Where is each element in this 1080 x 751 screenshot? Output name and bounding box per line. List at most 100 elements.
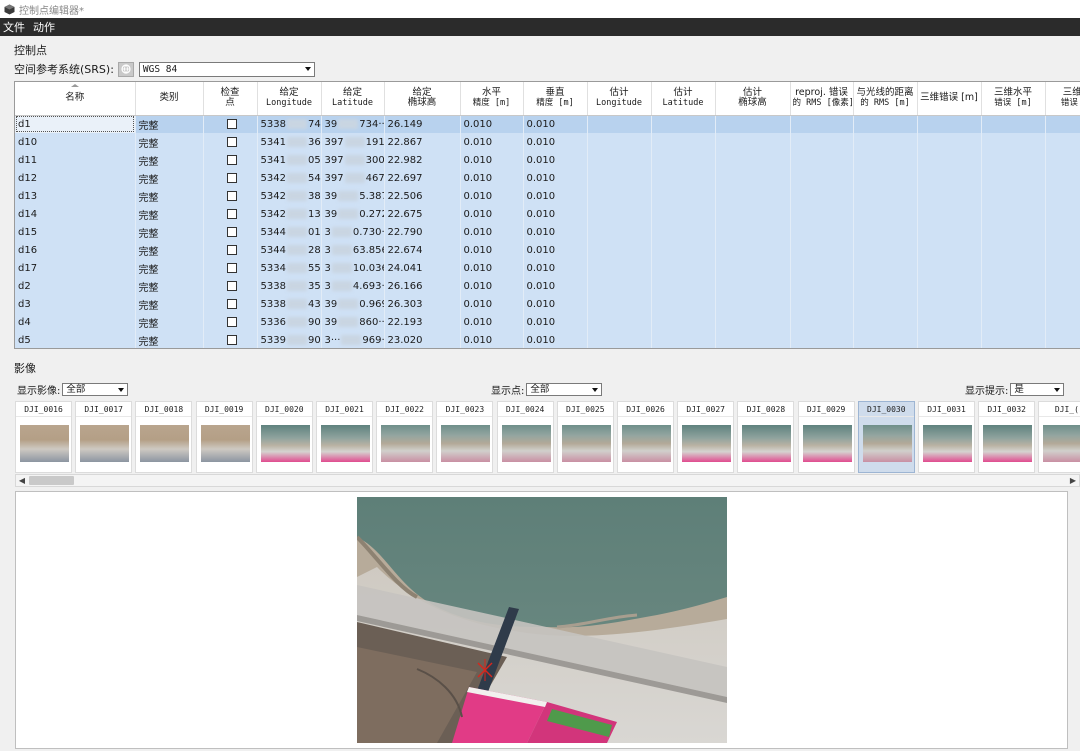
cell-type[interactable]: 完整	[135, 115, 204, 133]
cell-horizontal-accuracy[interactable]: 0.010	[460, 259, 524, 277]
cell-horizontal-accuracy[interactable]: 0.010	[460, 151, 524, 169]
cell-name[interactable]: d16	[15, 241, 136, 259]
thumbnail-9[interactable]: DJI_0025	[556, 401, 614, 473]
cell-vertical-accuracy[interactable]: 0.010	[523, 187, 588, 205]
column-header-13[interactable]: 三维错误 [m]	[917, 82, 982, 116]
thumbnail-6[interactable]: DJI_0022	[376, 401, 434, 473]
thumbnail-0[interactable]: DJI_0016	[15, 401, 72, 473]
cell-given-latitude[interactable]: 39 5.387···	[321, 187, 385, 205]
cell-horizontal-accuracy[interactable]: 0.010	[460, 133, 524, 151]
cell-given-latitude[interactable]: 39 0.272···	[321, 205, 385, 223]
cell-given-longitude[interactable]: 5339 900···	[257, 331, 322, 348]
thumbnail-10[interactable]: DJI_0026	[617, 401, 674, 473]
check-point-checkbox[interactable]	[226, 118, 237, 129]
table-row[interactable]: d11完整5341050···397300···22.9820.0100.010	[15, 151, 1080, 169]
column-header-8[interactable]: 估计 Longitude	[587, 82, 652, 116]
table-row[interactable]: d12完整5342540···397467···22.6970.0100.010	[15, 169, 1080, 187]
cell-name[interactable]: d14	[15, 205, 136, 223]
cell-given-longitude[interactable]: 5338 350···	[257, 277, 322, 295]
show-points-dropdown[interactable]: 全部	[526, 382, 603, 396]
cell-horizontal-accuracy[interactable]: 0.010	[460, 115, 524, 133]
menu-file[interactable]: 文件	[3, 19, 25, 35]
cell-name[interactable]: d11	[15, 151, 136, 169]
column-header-10[interactable]: 估计 椭球高	[715, 82, 791, 116]
thumbnail-1[interactable]: DJI_0017	[75, 401, 133, 473]
column-header-6[interactable]: 水平 精度 [m]	[460, 82, 524, 116]
cell-vertical-accuracy[interactable]: 0.010	[523, 205, 588, 223]
cell-given-latitude[interactable]: 3 63.856···	[321, 241, 385, 259]
table-row[interactable]: d2完整5338350···34.693···26.1660.0100.010	[15, 277, 1080, 295]
thumbnail-12[interactable]: DJI_0028	[737, 401, 795, 473]
table-row[interactable]: d5完整5339900···3···969···23.0200.0100.010	[15, 331, 1080, 348]
thumbnail-2[interactable]: DJI_0018	[135, 401, 193, 473]
check-point-checkbox[interactable]	[226, 208, 237, 219]
cell-vertical-accuracy[interactable]: 0.010	[523, 259, 588, 277]
cell-vertical-accuracy[interactable]: 0.010	[523, 133, 588, 151]
cell-horizontal-accuracy[interactable]: 0.010	[460, 223, 524, 241]
table-row[interactable]: d16完整5344280···363.856···22.6740.0100.01…	[15, 241, 1080, 259]
thumbnail-3[interactable]: DJI_0019	[195, 401, 253, 473]
column-header-7[interactable]: 垂直 精度 [m]	[523, 82, 588, 116]
cell-given-latitude[interactable]: 397 467···	[321, 169, 385, 187]
check-point-checkbox[interactable]	[226, 190, 237, 201]
cell-name[interactable]: d3	[15, 295, 136, 313]
cell-vertical-accuracy[interactable]: 0.010	[523, 169, 588, 187]
cell-horizontal-accuracy[interactable]: 0.010	[460, 277, 524, 295]
cell-given-height[interactable]: 22.193	[384, 313, 461, 331]
cell-given-longitude[interactable]: 5342 380···	[257, 187, 322, 205]
image-viewer[interactable]	[15, 491, 1068, 749]
cell-given-latitude[interactable]: 3 10.036···	[321, 259, 385, 277]
cell-given-height[interactable]: 22.790	[384, 223, 461, 241]
cell-given-longitude[interactable]: 5342 540···	[257, 169, 322, 187]
cell-given-latitude[interactable]: 39 734···	[321, 115, 385, 133]
cell-type[interactable]: 完整	[135, 205, 204, 223]
cell-given-height[interactable]: 22.675	[384, 205, 461, 223]
cell-name[interactable]: d4	[15, 313, 136, 331]
cell-given-height[interactable]: 26.166	[384, 277, 461, 295]
thumbnail-11[interactable]: DJI_0027	[677, 401, 735, 473]
table-row[interactable]: d3完整5338430···390.969···26.3030.0100.010	[15, 295, 1080, 313]
cell-given-longitude[interactable]: 5338 430···	[257, 295, 322, 313]
cell-type[interactable]: 完整	[135, 151, 204, 169]
cell-vertical-accuracy[interactable]: 0.010	[523, 331, 588, 348]
cell-type[interactable]: 完整	[135, 187, 204, 205]
cell-horizontal-accuracy[interactable]: 0.010	[460, 205, 524, 223]
thumbnail-7[interactable]: DJI_0023	[436, 401, 494, 473]
table-row[interactable]: d4完整5336900···39860···22.1930.0100.010	[15, 313, 1080, 331]
check-point-checkbox[interactable]	[226, 136, 237, 147]
column-header-14[interactable]: 三维水平 错误 [m]	[981, 82, 1046, 116]
thumbnail-8[interactable]: DJI_0024	[496, 401, 554, 473]
column-header-4[interactable]: 给定 Latitude	[321, 82, 385, 116]
thumbnail-4[interactable]: DJI_0020	[255, 401, 313, 473]
column-header-1[interactable]: 类别	[135, 82, 204, 116]
column-header-2[interactable]: 检查点	[203, 82, 258, 116]
cell-type[interactable]: 完整	[135, 313, 204, 331]
globe-icon[interactable]	[117, 61, 134, 77]
table-row[interactable]: d13完整5342380···395.387···22.5060.0100.01…	[15, 187, 1080, 205]
cell-name[interactable]: d10	[15, 133, 136, 151]
cell-horizontal-accuracy[interactable]: 0.010	[460, 295, 524, 313]
cell-vertical-accuracy[interactable]: 0.010	[523, 241, 588, 259]
cell-given-height[interactable]: 22.697	[384, 169, 461, 187]
cell-vertical-accuracy[interactable]: 0.010	[523, 151, 588, 169]
srs-dropdown[interactable]: WGS 84	[138, 61, 315, 77]
cell-name[interactable]: d17	[15, 259, 136, 277]
cell-given-latitude[interactable]: 3 4.693···	[321, 277, 385, 295]
cell-type[interactable]: 完整	[135, 277, 204, 295]
cell-given-longitude[interactable]: 5344 280···	[257, 241, 322, 259]
column-header-0[interactable]: 名称	[15, 82, 136, 116]
table-row[interactable]: d14完整5342130···390.272···22.6750.0100.01…	[15, 205, 1080, 223]
cell-given-height[interactable]: 22.867	[384, 133, 461, 151]
cell-type[interactable]: 完整	[135, 259, 204, 277]
cell-given-latitude[interactable]: 39 0.969···	[321, 295, 385, 313]
cell-vertical-accuracy[interactable]: 0.010	[523, 277, 588, 295]
cell-vertical-accuracy[interactable]: 0.010	[523, 223, 588, 241]
cell-name[interactable]: d13	[15, 187, 136, 205]
check-point-checkbox[interactable]	[226, 280, 237, 291]
cell-given-latitude[interactable]: 397 300···	[321, 151, 385, 169]
cell-given-longitude[interactable]: 5336 900···	[257, 313, 322, 331]
cell-given-latitude[interactable]: 3··· 969···	[321, 331, 385, 348]
cell-type[interactable]: 完整	[135, 331, 204, 348]
aerial-photo[interactable]	[357, 497, 727, 743]
cell-given-height[interactable]: 26.303	[384, 295, 461, 313]
